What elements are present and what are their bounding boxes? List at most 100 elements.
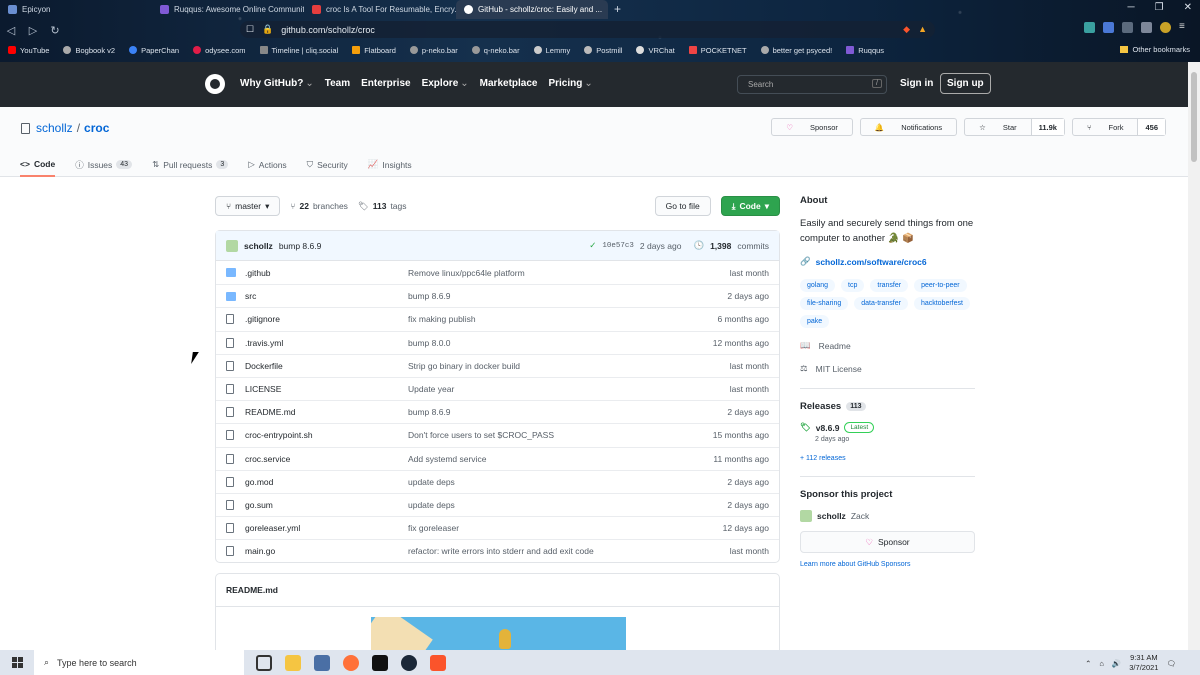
topic-tag[interactable]: data-transfer bbox=[854, 297, 908, 310]
topic-tag[interactable]: hacktoberfest bbox=[913, 297, 970, 310]
brave-shield-icon[interactable]: ◆ bbox=[903, 24, 910, 35]
file-commit-message[interactable]: Add systemd service bbox=[408, 454, 659, 464]
sign-up-button[interactable]: Sign up bbox=[940, 73, 991, 94]
back-icon[interactable]: ◁ bbox=[0, 24, 22, 37]
table-row[interactable]: Dockerfile Strip go binary in docker buil… bbox=[216, 353, 779, 377]
license-link[interactable]: ⚖ MIT License bbox=[800, 363, 975, 374]
file-commit-message[interactable]: Don't force users to set $CROC_PASS bbox=[408, 430, 659, 440]
file-commit-message[interactable]: Remove linux/ppc64le platform bbox=[408, 268, 659, 278]
star-button[interactable]: ☆ Star 11.9k bbox=[964, 118, 1065, 136]
bookmark-item[interactable]: better get psyced! bbox=[760, 46, 832, 55]
tab-actions[interactable]: ▷ Actions bbox=[248, 152, 286, 177]
tab-security[interactable]: ⛉ Security bbox=[307, 152, 348, 177]
file-commit-message[interactable]: bump 8.6.9 bbox=[408, 291, 659, 301]
notifications-button[interactable]: 🔔 Notifications bbox=[859, 118, 958, 136]
avatar[interactable] bbox=[226, 239, 238, 252]
clock[interactable]: 9:31 AM 3/7/2021 bbox=[1129, 653, 1158, 673]
commit-message[interactable]: bump 8.6.9 bbox=[279, 241, 322, 251]
forward-icon[interactable]: ▷ bbox=[22, 24, 44, 37]
scrollbar-thumb[interactable] bbox=[1191, 72, 1197, 162]
bookmark-item[interactable]: PaperChan bbox=[129, 46, 179, 55]
browser-tab[interactable]: croc Is A Tool For Resumable, Encry... bbox=[304, 0, 456, 19]
bookmark-item[interactable]: Timeline | cliq.social bbox=[259, 46, 338, 55]
nav-enterprise[interactable]: Enterprise bbox=[361, 78, 410, 89]
file-explorer-icon[interactable] bbox=[285, 654, 301, 671]
file-commit-message[interactable]: update deps bbox=[408, 500, 659, 510]
rewards-icon[interactable]: ▲ bbox=[918, 24, 927, 35]
maximize-icon[interactable]: ❐ bbox=[1155, 2, 1164, 13]
task-view-icon[interactable] bbox=[256, 654, 272, 671]
table-row[interactable]: src bump 8.6.9 2 days ago bbox=[216, 284, 779, 307]
repo-name-link[interactable]: croc bbox=[84, 121, 109, 135]
bookmark-item[interactable]: POCKETNET bbox=[688, 46, 747, 55]
table-row[interactable]: goreleaser.yml fix goreleaser 12 days ago bbox=[216, 516, 779, 539]
table-row[interactable]: croc-entrypoint.sh Don't force users to s… bbox=[216, 423, 779, 446]
table-row[interactable]: main.go refactor: write errors into stder… bbox=[216, 539, 779, 562]
table-row[interactable]: .github Remove linux/ppc64le platform last… bbox=[216, 261, 779, 284]
github-logo-icon[interactable] bbox=[205, 74, 225, 94]
file-commit-message[interactable]: update deps bbox=[408, 477, 659, 487]
branch-select[interactable]: ⑂ master ▾ bbox=[215, 196, 281, 216]
extension-icon[interactable] bbox=[1103, 22, 1114, 33]
commit-hash[interactable]: 10e57c3 bbox=[602, 242, 634, 250]
file-name[interactable]: goreleaser.yml bbox=[245, 523, 408, 533]
browser-tab[interactable]: Epicyon bbox=[0, 0, 152, 19]
search-input[interactable]: Search / bbox=[737, 75, 887, 94]
bookmark-item[interactable]: Bogbook v2 bbox=[63, 46, 115, 55]
more-releases-link[interactable]: + 112 releases bbox=[800, 455, 975, 462]
tab-insights[interactable]: 📈 Insights bbox=[368, 152, 412, 177]
reload-icon[interactable]: ↻ bbox=[44, 24, 66, 37]
latest-release[interactable]: 🏷 v8.6.9 Latest bbox=[800, 422, 975, 433]
fork-button[interactable]: ⑂ Fork 456 bbox=[1071, 118, 1166, 136]
readme-link[interactable]: 📖 Readme bbox=[800, 340, 975, 351]
file-name[interactable]: croc.service bbox=[245, 454, 408, 464]
file-commit-message[interactable]: bump 8.0.0 bbox=[408, 338, 659, 348]
file-name[interactable]: croc-entrypoint.sh bbox=[245, 430, 408, 440]
nav-team[interactable]: Team bbox=[325, 78, 350, 89]
file-commit-message[interactable]: bump 8.6.9 bbox=[408, 407, 659, 417]
volume-icon[interactable]: 🔊 bbox=[1112, 659, 1121, 668]
commit-author[interactable]: schollz bbox=[244, 241, 273, 251]
bookmark-star-icon[interactable]: ☐ bbox=[246, 24, 254, 35]
bookmark-item[interactable]: Ruqqus bbox=[846, 46, 884, 55]
table-row[interactable]: README.md bump 8.6.9 2 days ago bbox=[216, 400, 779, 423]
file-commit-message[interactable]: Update year bbox=[408, 384, 659, 394]
file-commit-message[interactable]: fix goreleaser bbox=[408, 523, 659, 533]
topic-tag[interactable]: golang bbox=[800, 279, 836, 292]
puzzle-icon[interactable] bbox=[1141, 22, 1152, 33]
terminal-icon[interactable] bbox=[372, 654, 388, 671]
bookmark-item[interactable]: Postmill bbox=[584, 46, 622, 55]
website-link[interactable]: 🔗 schollz.com/software/croc6 bbox=[800, 256, 975, 267]
firefox-icon[interactable] bbox=[343, 654, 359, 671]
bookmark-item[interactable]: q-neko.bar bbox=[471, 46, 520, 55]
browser-tab[interactable]: Ruqqus: Awesome Online Communiti... bbox=[152, 0, 304, 19]
address-bar[interactable]: ☐ 🔒 github.com/schollz/croc ◆ ▲ bbox=[240, 21, 935, 38]
learn-sponsors-link[interactable]: Learn more about GitHub Sponsors bbox=[800, 561, 975, 568]
sponsor-user[interactable]: schollz Zack bbox=[800, 510, 975, 522]
tab-pull-requests[interactable]: ⇅ Pull requests 3 bbox=[152, 152, 229, 177]
bookmark-item[interactable]: Lemmy bbox=[533, 46, 570, 55]
table-row[interactable]: .travis.yml bump 8.0.0 12 months ago bbox=[216, 330, 779, 354]
file-name[interactable]: .github bbox=[245, 268, 408, 278]
nav-pricing[interactable]: Pricing ⌄ bbox=[548, 78, 592, 89]
bookmark-item[interactable]: VRChat bbox=[636, 46, 675, 55]
chevron-up-icon[interactable]: ⌃ bbox=[1085, 659, 1091, 668]
tags-link[interactable]: 🏷 113 tags bbox=[358, 201, 407, 212]
file-commit-message[interactable]: fix making publish bbox=[408, 314, 659, 324]
commits-count[interactable]: 1,398 bbox=[710, 241, 731, 251]
file-name[interactable]: README.md bbox=[245, 407, 408, 417]
extension-icon[interactable] bbox=[1084, 22, 1095, 33]
tab-issues[interactable]: ⓘ Issues 43 bbox=[75, 152, 133, 177]
sign-in-link[interactable]: Sign in bbox=[900, 78, 933, 89]
table-row[interactable]: croc.service Add systemd service 11 months… bbox=[216, 446, 779, 470]
releases-heading[interactable]: Releases 113 bbox=[800, 401, 975, 412]
bookmark-item[interactable]: Flatboard bbox=[352, 46, 396, 55]
network-icon[interactable]: ⌂ bbox=[1099, 659, 1104, 668]
file-name[interactable]: main.go bbox=[245, 546, 408, 556]
topic-tag[interactable]: pake bbox=[800, 315, 830, 328]
topic-tag[interactable]: tcp bbox=[841, 279, 865, 292]
star-count[interactable]: 11.9k bbox=[1030, 119, 1064, 135]
file-commit-message[interactable]: refactor: write errors into stderr and a… bbox=[408, 546, 659, 556]
brave-icon[interactable] bbox=[430, 654, 446, 671]
fork-count[interactable]: 456 bbox=[1137, 119, 1165, 135]
